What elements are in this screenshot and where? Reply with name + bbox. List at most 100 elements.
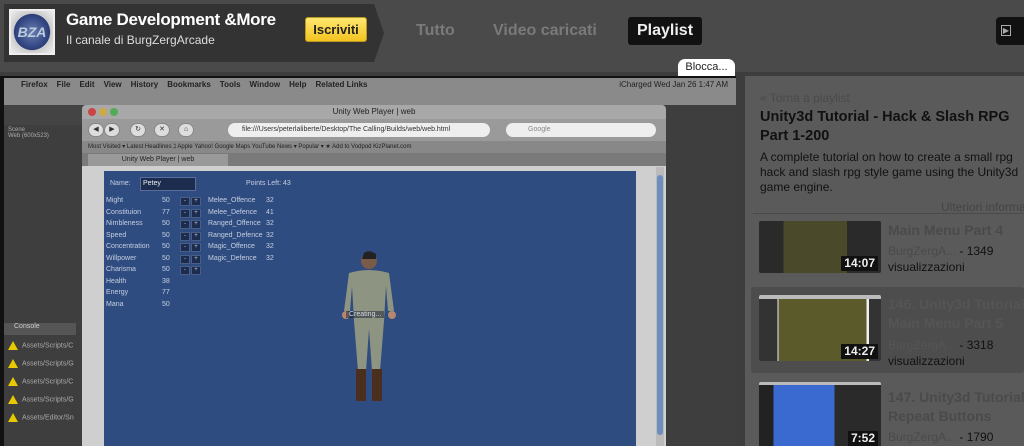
skill-name: Ranged_Offence [208,220,261,227]
firefox-window: Unity Web Player | web ◀ ▶ ↻ ✕ ⌂ file://… [82,105,666,446]
menu-related-links: Related Links [315,80,368,89]
video-title[interactable]: Main Menu Part 4 [888,221,1003,240]
minus-button: - [180,231,190,241]
vital-value: 38 [162,277,170,285]
bookmarks-bar: Most Visited ▾ Latest Headlines ℷ Apple … [82,141,666,153]
console-text: Assets/Scripts/C [22,342,74,350]
menu-firefox: Firefox [21,80,48,89]
skill-value: 32 [266,220,274,227]
view-count: - 1349 [959,244,994,258]
tab-bar: Unity Web Player | web [82,153,666,166]
duration: 7:52 [847,431,878,446]
channel-subtitle: Il canale di BurgZergArcade [66,33,215,47]
warning-icon [8,413,18,422]
page-area: Name: Petey Points Left: 43 Creating... … [82,166,666,446]
tab-uploads[interactable]: Video caricati [484,17,606,45]
title-line: 146. Unity3d Tutorial [888,296,1024,312]
video-thumbnail[interactable]: 7:52 [759,382,881,446]
video-thumbnail[interactable]: 14:27 [759,295,881,361]
vital-value: 77 [162,289,170,296]
console-text: Assets/Scripts/C [22,378,74,386]
scene-sub: Web (600x523) [8,133,49,139]
menu-bookmarks: Bookmarks [167,80,211,89]
plus-button: + [191,208,201,218]
attribute-value: 50 [162,243,170,250]
reload-icon: ↻ [130,123,146,137]
search-bar: Google [506,123,656,137]
more-info-link[interactable]: Ulteriori informazioni [941,200,1024,214]
plus-button: + [191,197,201,206]
editor-titlebar [4,91,736,105]
play-icon: ▶ [1001,25,1011,36]
vital-name: Mana [106,300,124,308]
back-to-playlist-link[interactable]: « Torna a playlist [760,91,850,105]
attribute-name: Speed [106,231,127,239]
page-scrollbar [656,167,664,446]
unity-game: Name: Petey Points Left: 43 Creating... … [104,171,636,446]
playlist-item[interactable]: 7:52 147. Unity3d Tutorial Repeat Buttons… [751,378,1024,446]
divider [753,213,1024,214]
playlist-item-active[interactable]: 14:27 146. Unity3d Tutorial Main Menu Par… [751,287,1024,373]
minus-button: - [180,266,190,275]
skill-value: 32 [266,197,274,204]
warning-icon [8,377,18,386]
home-icon: ⌂ [178,123,194,137]
plus-button: + [191,220,201,229]
author: BurgZergA... [888,338,957,352]
channel-logo[interactable]: BZA [9,9,55,55]
duration: 14:07 [841,256,878,271]
url-bar: file:///Users/peterlaliberte/Desktop/The… [228,123,490,137]
video-meta: BurgZergA... - 1349 [888,244,993,258]
plus-button: + [191,231,201,241]
console-text: Assets/Editor/Sn [22,414,74,422]
attribute-name: Constituion [106,208,142,216]
video-thumbnail[interactable]: 14:07 [759,221,881,273]
video-title[interactable]: 146. Unity3d Tutorial Main Menu Part 5 [888,295,1024,333]
video-meta: BurgZergA... - 1790 [888,430,993,444]
console-text: Assets/Scripts/G [22,396,74,404]
browser-tab: Unity Web Player | web [88,154,228,166]
video-player[interactable]: Scene Web (600x523) Console Assets/Script… [0,76,736,446]
attribute-name: Might [106,197,124,204]
menu-history: History [130,80,159,89]
attribute-name: Willpower [106,254,137,262]
console-text: Assets/Scripts/G [22,360,74,368]
scroll-thumb [657,175,663,435]
unity-editor: Scene Web (600x523) Console Assets/Script… [4,91,736,446]
attribute-value: 50 [162,220,170,227]
playlist-panel: « Torna a playlist Unity3d Tutorial - Ha… [745,76,1024,446]
stop-icon: ✕ [154,123,170,137]
attribute-name: Concentration [106,243,150,250]
tab-playlist[interactable]: Playlist [628,17,703,45]
warning-icon [8,395,18,404]
plus-button: + [191,266,201,275]
channel-header: BZA Game Development &More Il canale di … [0,0,1024,72]
mac-menubar: Firefox File Edit View History Bookmarks… [4,78,736,91]
channel-title[interactable]: Game Development &More [66,10,276,30]
minus-button: - [180,208,190,218]
video-meta: BurgZergA... - 3318 [888,338,993,352]
playlist-description: A complete tutorial on how to create a s… [760,150,1019,194]
skill-name: Magic_Offence [208,243,255,250]
skill-name: Melee_Offence [208,197,256,204]
video-title[interactable]: 147. Unity3d Tutorial Repeat Buttons [888,388,1024,426]
lock-button[interactable]: Blocca... [678,59,735,76]
skill-value: 32 [266,243,274,250]
attribute-name: Nimbleness [106,220,143,227]
attribute-value: 50 [162,254,170,262]
minus-button: - [180,254,190,264]
menu-edit: Edit [79,80,95,89]
skill-name: Melee_Defence [208,208,258,216]
creating-label: Creating... [346,311,385,318]
minus-button: - [180,243,190,252]
playlist-title: Unity3d Tutorial - Hack & Slash RPG Part… [760,109,1010,144]
menu-file: File [56,80,71,89]
name-label: Name: [110,180,131,187]
forward-icon: ▶ [104,123,120,137]
subscribe-button[interactable]: Iscriviti [305,17,367,42]
view-toggle-button[interactable]: ▶ [996,17,1024,45]
attribute-value: 77 [162,208,170,216]
tab-all[interactable]: Tutto [407,17,464,45]
minus-button: - [180,197,190,206]
menu-help: Help [289,80,307,89]
